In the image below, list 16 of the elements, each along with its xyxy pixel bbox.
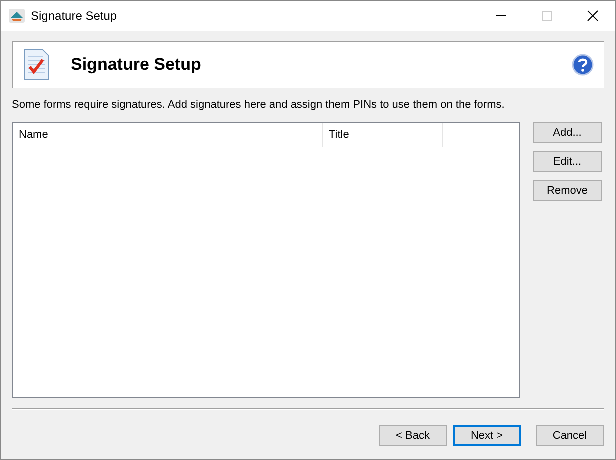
side-button[interactable]: Edit...	[533, 151, 602, 172]
footer-button[interactable]: Cancel	[536, 425, 604, 446]
side-button[interactable]: Add...	[533, 122, 602, 143]
column-header[interactable]: Name	[13, 123, 323, 147]
signature-list[interactable]: Name Title	[12, 122, 520, 398]
footer-button[interactable]: Next >	[453, 425, 521, 446]
description-text: Some forms require signatures. Add signatures here and assign them PINs to use them on the forms.	[12, 99, 506, 111]
checklist-icon	[23, 49, 51, 81]
footer-button[interactable]: < Back	[379, 425, 447, 446]
column-header[interactable]: Title	[323, 123, 443, 147]
help-icon[interactable]	[572, 54, 594, 76]
side-button[interactable]: Remove	[533, 180, 602, 201]
close-icon[interactable]	[587, 10, 599, 22]
app-icon	[9, 9, 25, 23]
header-title: Signature Setup	[71, 55, 202, 75]
window-title: Signature Setup	[31, 9, 118, 23]
